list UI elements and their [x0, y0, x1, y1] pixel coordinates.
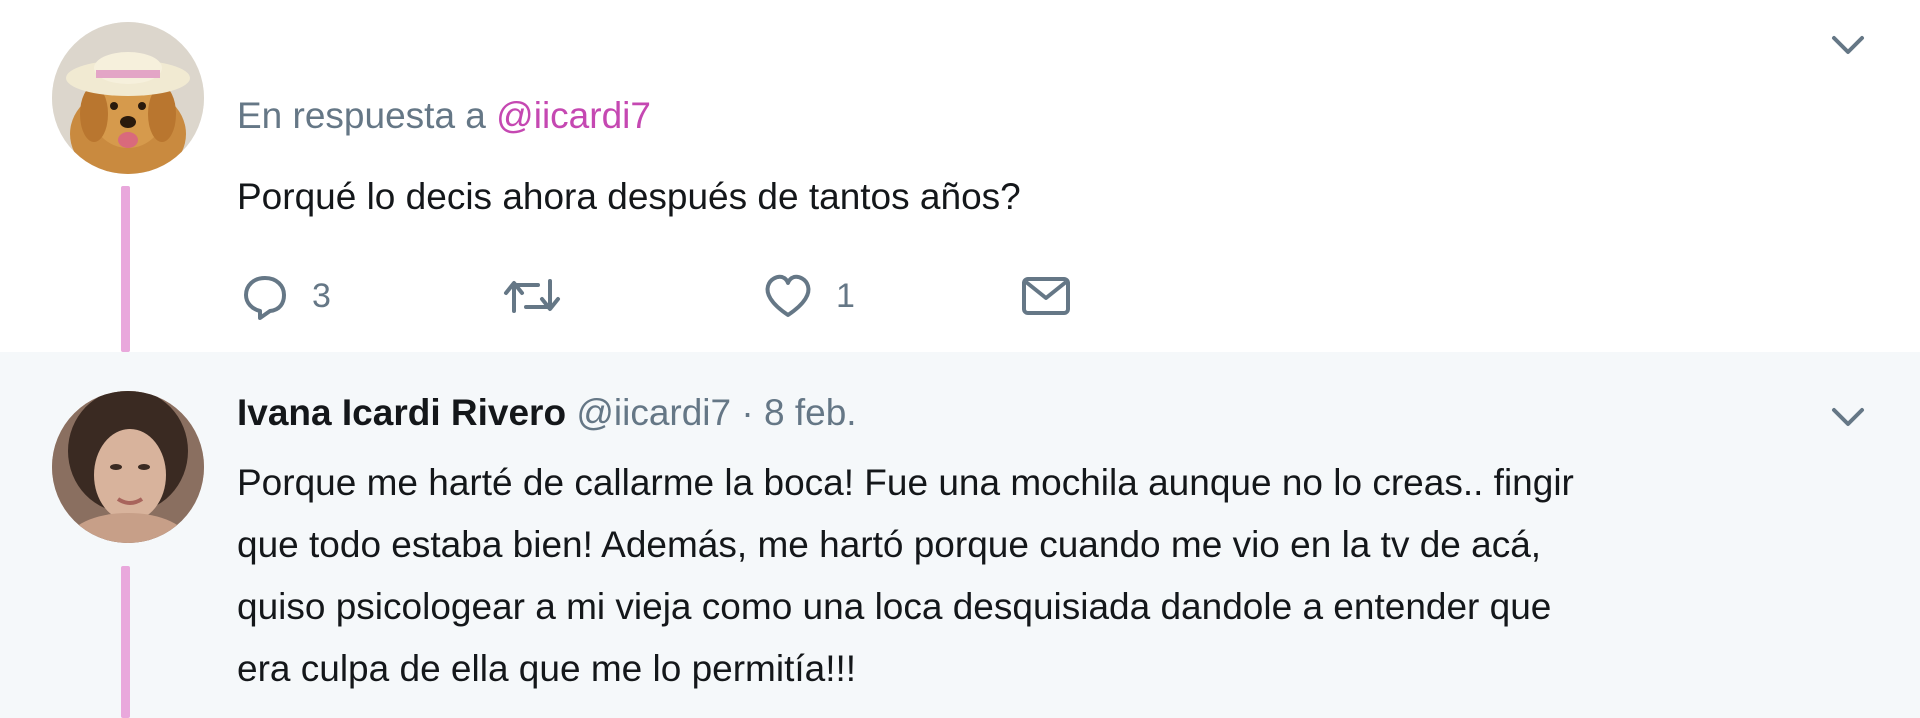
reply-mention-link[interactable]: @iicardi7 [496, 95, 651, 136]
tweet-text-line: que todo estaba bien! Además, me hartó p… [237, 524, 1542, 565]
tweet-text: Porqué lo decis ahora después de tantos … [237, 176, 1021, 217]
retweet-icon [504, 279, 560, 313]
thread-line [121, 566, 130, 718]
envelope-icon [1022, 277, 1070, 315]
reply-context: En respuesta a @iicardi7 [237, 95, 651, 137]
reply-button[interactable]: 3 [240, 266, 331, 326]
tweet-header: Ivana Icardi Rivero @iicardi7 · 8 feb. [237, 392, 857, 434]
user-avatar[interactable] [52, 391, 204, 543]
reply-icon [244, 276, 286, 320]
caret-down-icon[interactable] [1828, 32, 1868, 58]
display-name[interactable]: Ivana Icardi Rivero [237, 392, 566, 433]
like-icon [765, 274, 811, 317]
caret-down-icon[interactable] [1828, 404, 1868, 430]
like-button[interactable]: 1 [762, 266, 855, 326]
tweet-text-line: Porque me harté de callarme la boca! Fue… [237, 462, 1574, 503]
tweet-text-line: quiso psicologear a mi vieja como una lo… [237, 586, 1552, 627]
reply-prefix: En respuesta a [237, 95, 486, 136]
direct-message-button[interactable] [1020, 266, 1072, 326]
thread-line [121, 186, 130, 352]
like-count: 1 [836, 276, 855, 315]
tweet-text: Porque me harté de callarme la boca! Fue… [237, 452, 1857, 700]
reply-count: 3 [312, 276, 331, 315]
separator-dot: · [741, 392, 754, 433]
tweet-text-line: era culpa de ella que me lo permitía!!! [237, 648, 857, 689]
user-avatar[interactable] [52, 22, 204, 174]
tweet-highlighted[interactable]: Ivana Icardi Rivero @iicardi7 · 8 feb. P… [0, 352, 1920, 718]
user-handle[interactable]: @iicardi7 [576, 392, 731, 433]
tweet-date[interactable]: 8 feb. [764, 392, 857, 433]
retweet-button[interactable] [502, 266, 584, 326]
tweet-reply[interactable]: En respuesta a @iicardi7 Porqué lo decis… [0, 0, 1920, 352]
